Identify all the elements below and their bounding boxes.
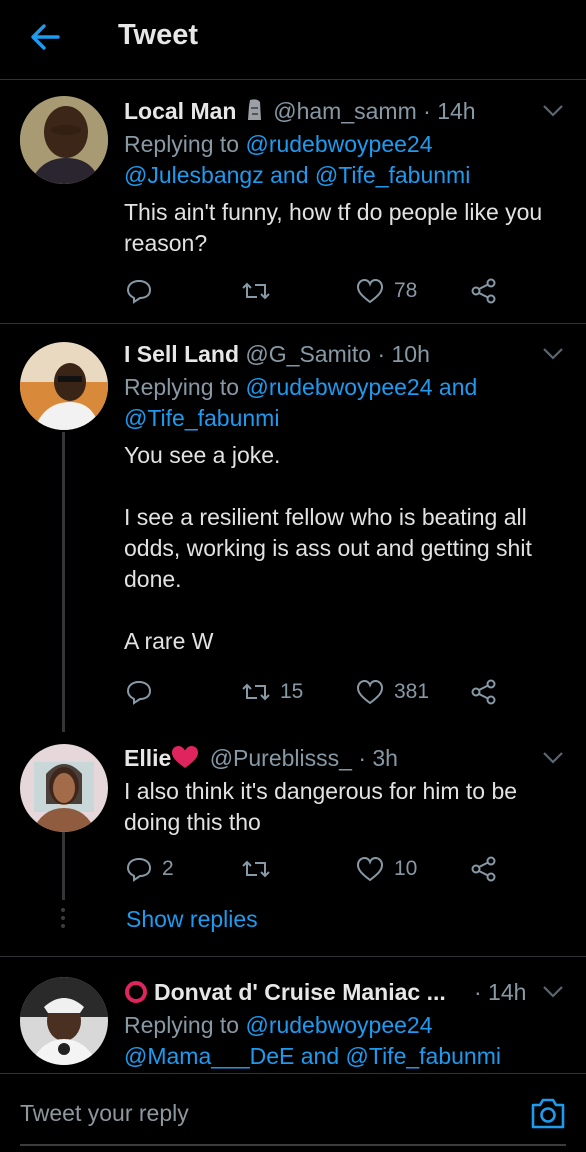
timestamp: · 14h — [423, 98, 476, 124]
mention-link[interactable]: @Tife_fabunmi — [315, 162, 470, 188]
tweet-actions: 2 10 — [124, 854, 564, 884]
timestamp: · 3h — [358, 745, 398, 771]
like-icon — [356, 278, 384, 304]
tweet-text: You see a joke. I see a resilient fellow… — [124, 442, 532, 654]
mention-link[interactable]: @Tife_fabunmi — [346, 1043, 501, 1069]
like-button[interactable]: 78 — [356, 276, 417, 306]
reply-button[interactable] — [126, 677, 162, 707]
user-handle: @G_Samito — [245, 341, 372, 367]
camera-icon[interactable] — [530, 1096, 566, 1130]
tweet-actions: 78 — [124, 276, 564, 306]
display-name[interactable]: Donvat d' Cruise Maniac ... — [154, 979, 446, 1005]
input-underline — [20, 1144, 566, 1146]
reply-icon — [126, 279, 152, 304]
replying-and: and — [294, 1043, 346, 1069]
avatar-image — [20, 977, 108, 1065]
display-name[interactable]: I Sell Land — [124, 341, 239, 367]
retweet-button[interactable] — [242, 854, 280, 884]
retweet-button[interactable]: 15 — [242, 677, 303, 707]
reply-button[interactable] — [126, 276, 162, 306]
display-name[interactable]: Local Man — [124, 98, 236, 124]
avatar[interactable] — [20, 96, 108, 184]
tweet-text: I also think it's dangerous for him to b… — [124, 778, 518, 835]
avatar[interactable] — [20, 977, 108, 1065]
chevron-down-icon[interactable] — [542, 104, 564, 118]
retweet-button[interactable] — [242, 276, 280, 306]
retweet-icon — [242, 282, 270, 300]
mention-link[interactable]: @Tife_fabunmi — [124, 405, 279, 431]
reply-button[interactable]: 2 — [126, 854, 174, 884]
red-heart-emoji-icon — [172, 746, 199, 768]
top-bar: Tweet — [0, 0, 586, 80]
share-button[interactable] — [470, 276, 498, 306]
reply-icon — [126, 857, 152, 882]
replying-to: Replying to @rudebwoypee24 @Mama___DeE a… — [124, 1010, 564, 1072]
replying-prefix: Replying to — [124, 374, 246, 400]
tweet-text: This ain't funny, how tf do people like … — [124, 199, 543, 256]
like-count: 78 — [394, 279, 418, 302]
like-count: 10 — [394, 857, 418, 880]
avatar-image — [20, 744, 108, 832]
like-button[interactable]: 10 — [356, 854, 417, 884]
chevron-down-icon[interactable] — [542, 985, 564, 999]
chevron-down-icon[interactable] — [542, 347, 564, 361]
tweet[interactable]: Donvat d' Cruise Maniac ... · 14h Replyi… — [0, 957, 586, 1073]
red-circle-emoji-icon — [125, 981, 147, 1003]
share-button[interactable] — [470, 854, 498, 884]
back-arrow-icon[interactable] — [28, 20, 62, 54]
replying-to: Replying to @rudebwoypee24 @Julesbangz a… — [124, 129, 564, 191]
like-icon — [356, 856, 384, 882]
replying-and: and — [263, 162, 315, 188]
reply-count: 2 — [162, 857, 174, 880]
avatar[interactable] — [20, 342, 108, 430]
mention-link[interactable]: @rudebwoypee24 — [245, 1012, 432, 1038]
mention-link[interactable]: @Julesbangz — [124, 162, 264, 188]
tweet-meta: Local Man @ham_samm · 14h — [124, 98, 476, 125]
mention-link[interactable]: @rudebwoypee24 — [245, 374, 432, 400]
retweet-icon — [242, 683, 270, 701]
tweet-meta: I Sell Land @G_Samito · 10h — [124, 341, 430, 368]
replying-prefix: Replying to — [124, 1012, 246, 1038]
page-title: Tweet — [118, 19, 199, 51]
timestamp: · 14h — [474, 979, 527, 1005]
avatar-image — [20, 96, 108, 184]
avatar-image — [20, 342, 108, 430]
mention-link[interactable]: @rudebwoypee24 — [245, 131, 432, 157]
mention-link[interactable]: @Mama___DeE — [124, 1043, 294, 1069]
like-button[interactable]: 381 — [356, 677, 429, 707]
avatar[interactable] — [20, 744, 108, 832]
like-icon — [356, 679, 384, 705]
share-icon — [471, 679, 496, 705]
reply-composer: Tweet your reply — [0, 1073, 586, 1152]
tweet[interactable]: Ellie @Pureblisss_ · 3h I also think it'… — [0, 724, 586, 956]
share-icon — [471, 278, 496, 304]
retweet-icon — [242, 860, 270, 878]
user-handle: @ham_samm — [273, 98, 417, 124]
replying-to: Replying to @rudebwoypee24 and @Tife_fab… — [124, 372, 564, 434]
tweet-meta: Ellie @Pureblisss_ · 3h — [124, 745, 398, 772]
tweet[interactable]: I Sell Land @G_Samito · 10h Replying to … — [0, 324, 586, 732]
replying-prefix: Replying to — [124, 131, 246, 157]
like-count: 381 — [394, 680, 430, 703]
share-icon — [471, 856, 496, 882]
reply-icon — [126, 680, 152, 705]
thread-line — [62, 832, 65, 900]
chevron-down-icon[interactable] — [542, 751, 564, 765]
display-name[interactable]: Ellie — [124, 745, 171, 771]
reply-input[interactable]: Tweet your reply — [20, 1100, 189, 1127]
moai-emoji-icon — [247, 99, 261, 120]
user-handle: @Pureblisss_ — [209, 745, 352, 771]
thread-dots — [61, 908, 65, 932]
replying-and: and — [432, 374, 478, 400]
tweet-actions: 15 381 — [124, 677, 564, 707]
thread-line — [62, 432, 65, 732]
retweet-count: 15 — [280, 680, 304, 703]
show-replies-link[interactable]: Show replies — [126, 906, 258, 933]
share-button[interactable] — [470, 677, 498, 707]
tweet-meta: Donvat d' Cruise Maniac ... — [124, 979, 534, 1006]
tweet[interactable]: Local Man @ham_samm · 14h Replying to @r… — [0, 81, 586, 323]
timestamp: · 10h — [377, 341, 430, 367]
